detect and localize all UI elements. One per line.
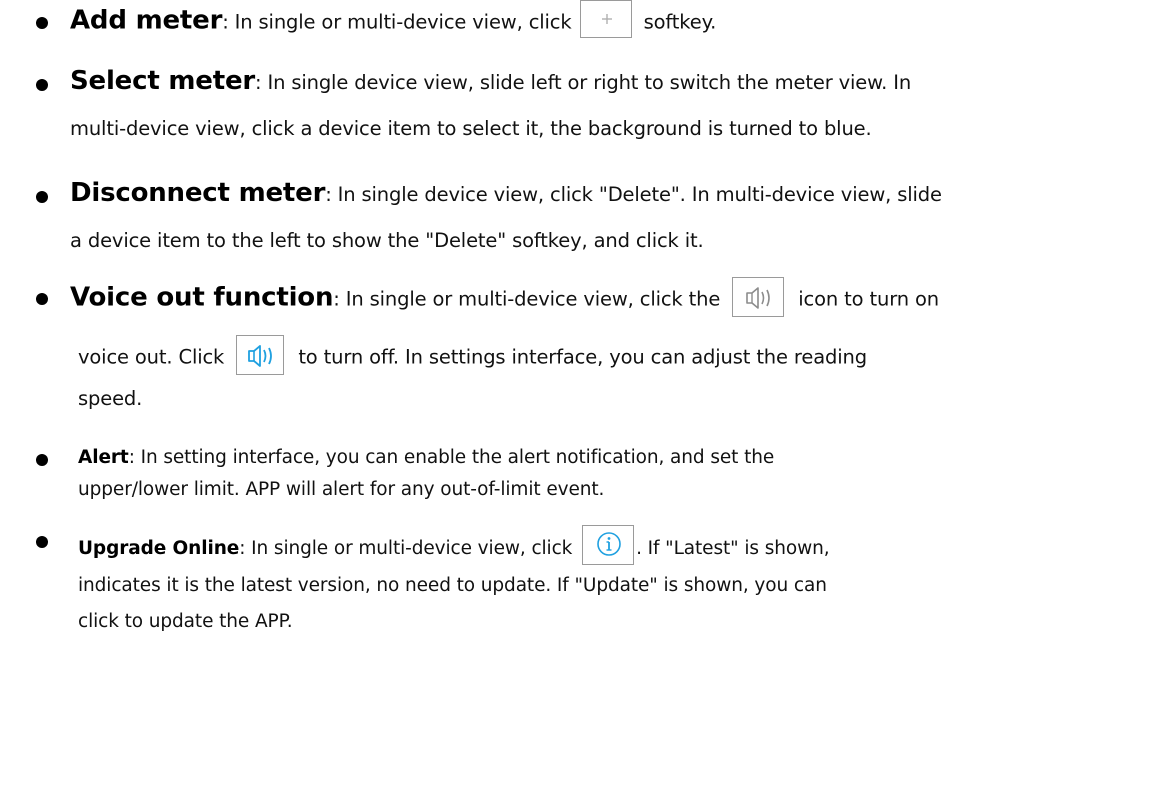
speaker-on-icon <box>236 335 285 375</box>
bullet-point <box>36 191 48 203</box>
voice-out-term: Voice out function <box>70 282 334 313</box>
upgrade-online-line-2: indicates it is the latest version, no n… <box>78 575 827 596</box>
plus-icon <box>579 0 632 38</box>
select-meter-line-1: Select meter: In single device view, sli… <box>70 66 912 96</box>
upgrade-online-line-1: Upgrade Online: In single or multi-devic… <box>78 525 830 569</box>
manual-page: Add meter: In single or multi-device vie… <box>0 0 1161 785</box>
add-meter-line-1: Add meter: In single or multi-device vie… <box>70 0 716 42</box>
voice-out-line-2: voice out. Click to turn off. In setting… <box>78 335 867 378</box>
add-meter-term: Add meter <box>70 5 223 36</box>
bullet-point <box>36 454 48 466</box>
disconnect-meter-term: Disconnect meter <box>70 178 326 208</box>
bullet-point <box>36 536 48 548</box>
speaker-off-icon <box>732 277 785 317</box>
alert-line-1: Alert: In setting interface, you can ena… <box>78 447 775 468</box>
select-meter-term: Select meter <box>70 66 256 96</box>
upgrade-online-line-3: click to update the APP. <box>78 611 293 632</box>
bullet-point <box>36 79 48 91</box>
voice-out-line-1: Voice out function: In single or multi-d… <box>70 277 939 320</box>
alert-term: Alert <box>78 447 129 468</box>
bullet-point <box>36 293 48 305</box>
disconnect-meter-line-2: a device item to the left to show the "D… <box>70 229 704 252</box>
voice-out-line-3: speed. <box>78 387 143 410</box>
info-icon <box>582 525 635 565</box>
select-meter-line-2: multi-device view, click a device item t… <box>70 117 872 140</box>
disconnect-meter-line-1: Disconnect meter: In single device view,… <box>70 178 942 208</box>
bullet-point <box>36 17 48 29</box>
alert-line-2: upper/lower limit. APP will alert for an… <box>78 479 605 500</box>
upgrade-online-term: Upgrade Online <box>78 538 240 559</box>
